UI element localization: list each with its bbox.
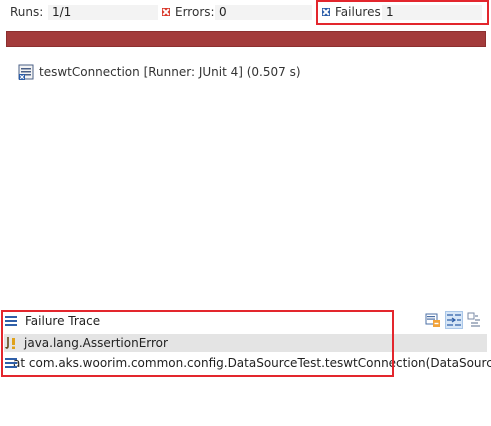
filter-stack-button[interactable] (445, 311, 463, 329)
failure-trace-toolbar (424, 311, 484, 329)
failure-trace-title: Failure Trace (25, 314, 101, 328)
filter-stack-icon (447, 314, 461, 326)
tree-item-test-suite[interactable]: teswtConnection [Runner: JUnit 4] (0.507… (18, 64, 301, 80)
runs-label: Runs: (10, 5, 44, 19)
errors-value: 0 (215, 5, 312, 20)
error-icon (162, 8, 170, 16)
trace-line-text: at com.aks.woorim.common.config.DataSour… (13, 356, 491, 370)
assertion-warning-icon (5, 336, 19, 350)
trace-line-exception[interactable]: java.lang.AssertionError (4, 334, 487, 352)
compare-results-button[interactable] (424, 311, 442, 329)
runs-value: 1/1 (48, 5, 158, 20)
errors-label: Errors: (175, 5, 215, 19)
test-progress-bar (6, 31, 486, 47)
runs-counter: Runs: 1/1 (10, 3, 158, 21)
errors-counter: Errors: 0 (162, 3, 312, 21)
failure-icon (322, 8, 330, 16)
test-counters-bar: Runs: 1/1 Errors: 0 Failures: 1 (0, 0, 491, 26)
trace-line-stack-frame[interactable]: at com.aks.woorim.common.config.DataSour… (4, 354, 491, 372)
failures-label: Failures: (335, 5, 385, 19)
trace-line-text: java.lang.AssertionError (24, 336, 168, 350)
failure-trace-icon (5, 315, 17, 327)
failure-trace-header: Failure Trace (5, 312, 100, 330)
compare-results-icon (425, 313, 440, 327)
failures-counter: Failures: 1 (320, 3, 484, 21)
failures-value: 1 (382, 5, 482, 20)
test-suite-icon (18, 64, 34, 80)
tree-item-label: teswtConnection [Runner: JUnit 4] (0.507… (39, 65, 301, 79)
copy-trace-icon (467, 312, 480, 327)
test-tree: teswtConnection [Runner: JUnit 4] (0.507… (18, 62, 488, 82)
copy-trace-button[interactable] (466, 311, 484, 329)
